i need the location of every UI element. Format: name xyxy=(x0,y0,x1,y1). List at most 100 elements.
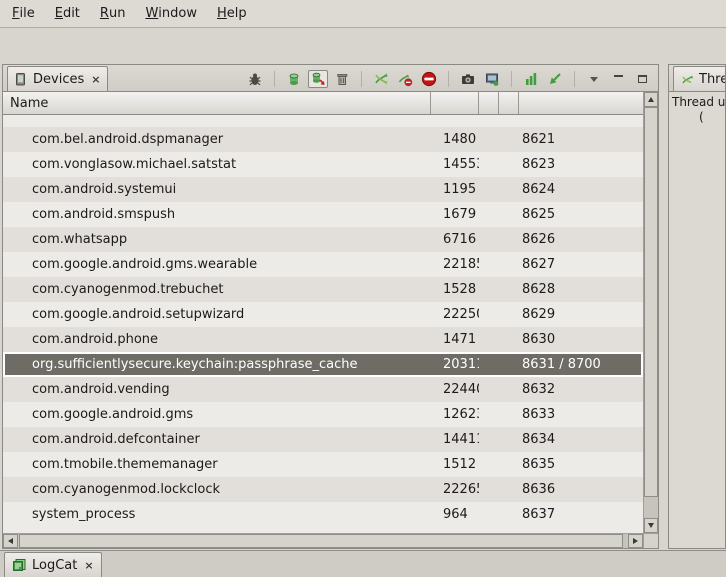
scroll-right-button[interactable] xyxy=(628,534,643,548)
close-icon[interactable]: × xyxy=(84,559,93,572)
cause-gc-icon[interactable] xyxy=(332,70,352,88)
update-threads-icon[interactable] xyxy=(371,70,391,88)
column-header-port[interactable] xyxy=(519,92,643,114)
devices-panel: Devices × xyxy=(2,64,659,549)
process-name: com.android.systemui xyxy=(3,182,431,197)
tab-devices[interactable]: Devices × xyxy=(7,66,108,91)
process-port: 8636 xyxy=(519,482,643,497)
process-pid: 20311 xyxy=(431,357,479,372)
menu-window[interactable]: Window xyxy=(135,0,207,27)
process-pid: 1528 xyxy=(431,282,479,297)
update-heap-icon[interactable] xyxy=(284,70,304,88)
table-row[interactable]: com.tmobile.thememanager15128635 xyxy=(3,452,643,477)
process-name: com.cyanogenmod.lockclock xyxy=(3,482,431,497)
toolbar-separator xyxy=(574,71,575,87)
threads-panel: Threads × Thread up ( xyxy=(668,64,726,549)
vertical-scroll-thumb[interactable] xyxy=(644,107,658,497)
process-port: 8625 xyxy=(519,207,643,222)
table-row[interactable]: system_process964 8637 xyxy=(3,502,643,527)
process-pid: 1679 xyxy=(431,207,479,222)
table-row[interactable]: com.whatsapp67168626 xyxy=(3,227,643,252)
horizontal-scroll-track[interactable] xyxy=(18,534,628,548)
start-profiling-icon[interactable] xyxy=(545,70,565,88)
devices-tabbar: Devices × xyxy=(3,65,658,92)
process-pid: 1195 xyxy=(431,182,479,197)
column-header-empty[interactable] xyxy=(499,92,519,114)
table-row[interactable]: com.google.android.setupwizard222508629 xyxy=(3,302,643,327)
vertical-scroll-track[interactable] xyxy=(644,107,658,518)
process-pid: 1512 xyxy=(431,457,479,472)
table-row[interactable]: com.android.phone14718630 xyxy=(3,327,643,352)
process-name: com.android.defcontainer xyxy=(3,432,431,447)
screen-capture-icon[interactable] xyxy=(458,70,478,88)
process-port: 8634 xyxy=(519,432,643,447)
column-header-pid[interactable] xyxy=(431,92,479,114)
process-pid: 22250 xyxy=(431,307,479,322)
close-icon[interactable]: × xyxy=(91,73,100,86)
view-menu-icon[interactable] xyxy=(584,70,604,88)
process-port: 8637 xyxy=(519,507,643,522)
toolbar-separator xyxy=(511,71,512,87)
table-row[interactable]: com.google.android.gms.wearable221858627 xyxy=(3,252,643,277)
view-hierarchy-icon[interactable] xyxy=(482,70,502,88)
minimize-icon[interactable] xyxy=(608,70,628,88)
table-row[interactable]: com.cyanogenmod.trebuchet15288628 xyxy=(3,277,643,302)
horizontal-scrollbar[interactable] xyxy=(3,533,658,548)
tab-logcat[interactable]: LogCat × xyxy=(4,552,102,577)
tab-threads[interactable]: Threads × xyxy=(673,66,726,91)
process-pid: 22440 xyxy=(431,382,479,397)
vertical-scrollbar[interactable] xyxy=(643,92,658,533)
process-name: system_process xyxy=(3,507,431,522)
table-row[interactable]: com.cyanogenmod.lockclock22265 8636 xyxy=(3,477,643,502)
process-pid: 22265 xyxy=(431,482,479,497)
process-port: 8630 xyxy=(519,332,643,347)
threads-message-line1: Thread up xyxy=(672,95,722,110)
threads-icon xyxy=(681,73,694,86)
menu-run[interactable]: Run xyxy=(90,0,136,27)
process-name: com.cyanogenmod.trebuchet xyxy=(3,282,431,297)
debug-process-icon[interactable] xyxy=(245,70,265,88)
process-name: com.google.android.gms.wearable xyxy=(3,257,431,272)
threads-message: Thread up ( xyxy=(669,92,725,128)
table-row[interactable]: org.sufficientlysecure.keychain:passphra… xyxy=(3,352,643,377)
table-row[interactable]: com.google.android.gms126238633 xyxy=(3,402,643,427)
device-table-body: com.bel.android.dspmanager14808621com.vo… xyxy=(3,115,643,533)
table-row[interactable]: com.android.smspush16798625 xyxy=(3,202,643,227)
process-name: com.vonglasow.michael.satstat xyxy=(3,157,431,172)
menubar: FileEditRunWindowHelp xyxy=(0,0,726,28)
scroll-left-button[interactable] xyxy=(3,534,18,548)
stop-method-profiling-icon[interactable] xyxy=(395,70,415,88)
devices-toolbar xyxy=(245,70,658,91)
horizontal-scroll-thumb[interactable] xyxy=(19,534,623,548)
stop-process-icon[interactable] xyxy=(419,70,439,88)
toolbar-separator xyxy=(274,71,275,87)
table-row[interactable]: com.bel.android.dspmanager14808621 xyxy=(3,127,643,152)
menu-file[interactable]: File xyxy=(2,0,45,27)
table-row[interactable]: com.android.vending224408632 xyxy=(3,377,643,402)
table-row[interactable]: com.android.defcontainer144118634 xyxy=(3,427,643,452)
dump-hprof-icon[interactable] xyxy=(308,70,328,88)
scroll-up-button[interactable] xyxy=(644,92,658,107)
process-pid: 964 xyxy=(431,507,479,522)
column-header-name[interactable]: Name xyxy=(3,92,431,114)
table-row[interactable]: com.vonglasow.michael.satstat145538623 xyxy=(3,152,643,177)
toolbar-separator xyxy=(361,71,362,87)
process-pid: 12623 xyxy=(431,407,479,422)
column-header-empty[interactable] xyxy=(479,92,499,114)
toolbar-strip xyxy=(0,28,726,63)
process-pid: 1471 xyxy=(431,332,479,347)
threads-tabbar: Threads × xyxy=(669,65,725,92)
table-row[interactable]: com.android.systemui1195 8624 xyxy=(3,177,643,202)
maximize-icon[interactable] xyxy=(632,70,652,88)
scroll-down-button[interactable] xyxy=(644,518,658,533)
process-pid: 22185 xyxy=(431,257,479,272)
device-table: Name com.bel.android.dspmanager14808621c… xyxy=(3,92,658,533)
process-pid: 6716 xyxy=(431,232,479,247)
menu-help[interactable]: Help xyxy=(207,0,257,27)
menu-edit[interactable]: Edit xyxy=(45,0,90,27)
process-port: 8624 xyxy=(519,182,643,197)
process-name: org.sufficientlysecure.keychain:passphra… xyxy=(5,357,431,372)
table-header: Name xyxy=(3,92,643,115)
method-profiling-icon[interactable] xyxy=(521,70,541,88)
tab-threads-label: Threads xyxy=(699,72,726,87)
